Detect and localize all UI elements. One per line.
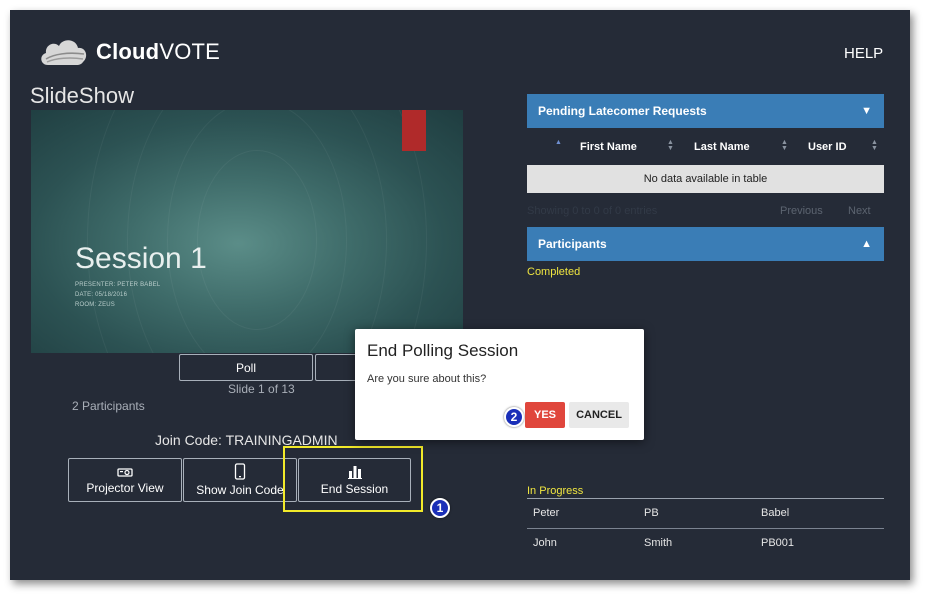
participant-first-name: John	[533, 537, 557, 549]
sort-icon[interactable]: ▲ ▼	[871, 139, 878, 152]
end-session-highlight	[283, 446, 423, 512]
step-1-badge: 1	[430, 498, 450, 518]
slide-accent-bar	[402, 110, 426, 151]
page-title: SlideShow	[30, 83, 134, 108]
previous-page-button[interactable]: Previous	[780, 205, 823, 217]
participant-user-id: PB001	[761, 537, 795, 549]
column-first-name[interactable]: First Name	[580, 141, 637, 153]
phone-icon	[234, 463, 246, 480]
sort-asc-icon[interactable]: ▲	[555, 139, 562, 146]
participants-title: Participants	[538, 237, 607, 251]
column-user-id[interactable]: User ID	[808, 141, 847, 153]
sort-icon[interactable]: ▲ ▼	[781, 139, 788, 152]
participant-last-name: Smith	[644, 537, 673, 549]
in-progress-label: In Progress	[527, 485, 584, 497]
participants-count: 2 Participants	[72, 399, 145, 413]
latecomer-table-header: ▲ First Name ▲ ▼ Last Name ▲ ▼ User ID ▲ ▼	[527, 138, 884, 158]
dialog-title: End Polling Session	[367, 341, 519, 360]
cloudvote-logo[interactable]: CloudVOTE	[38, 34, 220, 70]
slide-preview: Session 1 PRESENTER: PETER BABEL DATE: 0…	[31, 110, 463, 353]
completed-label: Completed	[527, 266, 581, 278]
collapse-down-icon[interactable]: ▼	[861, 105, 872, 117]
step-2-badge: 2	[504, 407, 524, 427]
cancel-button[interactable]: CANCEL	[569, 402, 629, 428]
projector-view-button[interactable]: Projector View	[68, 458, 182, 502]
slide-date: DATE: 05/18/2016	[75, 292, 128, 298]
slide-room: ROOM: ZEUS	[75, 302, 116, 308]
slide-texture	[87, 110, 427, 353]
next-page-button[interactable]: Next	[848, 205, 871, 217]
help-link[interactable]: HELP	[844, 45, 883, 62]
cloud-icon	[41, 40, 87, 65]
participant-first-name: Peter	[533, 507, 560, 519]
participant-user-id: Babel	[761, 507, 790, 519]
sort-icon[interactable]: ▲ ▼	[667, 139, 674, 152]
collapse-up-icon[interactable]: ▲	[861, 238, 872, 250]
divider	[527, 498, 884, 499]
entries-info: Showing 0 to 0 of 0 entries	[527, 205, 658, 217]
participants-header[interactable]: Participants ▲	[527, 227, 884, 261]
latecomer-requests-title: Pending Latecomer Requests	[538, 104, 707, 118]
show-join-code-label: Show Join Code	[196, 483, 284, 497]
show-join-code-button[interactable]: Show Join Code	[183, 458, 297, 502]
slide-title: Session 1	[75, 242, 207, 275]
end-polling-session-dialog: End Polling Session Are you sure about t…	[355, 329, 644, 440]
app-window: CloudVOTE HELP SlideShow Session 1 PRESE…	[10, 10, 910, 580]
logo-text: CloudVOTE	[96, 39, 221, 64]
divider	[527, 528, 884, 529]
projector-icon	[117, 467, 133, 477]
empty-table-message: No data available in table	[527, 165, 884, 193]
projector-view-label: Projector View	[86, 480, 164, 495]
column-last-name[interactable]: Last Name	[694, 141, 750, 153]
yes-button[interactable]: YES	[525, 402, 565, 428]
participant-last-name: PB	[644, 507, 659, 519]
dialog-message: Are you sure about this?	[367, 373, 487, 385]
slide-counter: Slide 1 of 13	[228, 382, 295, 396]
slide-presenter: PRESENTER: PETER BABEL	[75, 282, 161, 288]
poll-button[interactable]: Poll	[179, 354, 313, 381]
latecomer-requests-header[interactable]: Pending Latecomer Requests ▼	[527, 94, 884, 128]
